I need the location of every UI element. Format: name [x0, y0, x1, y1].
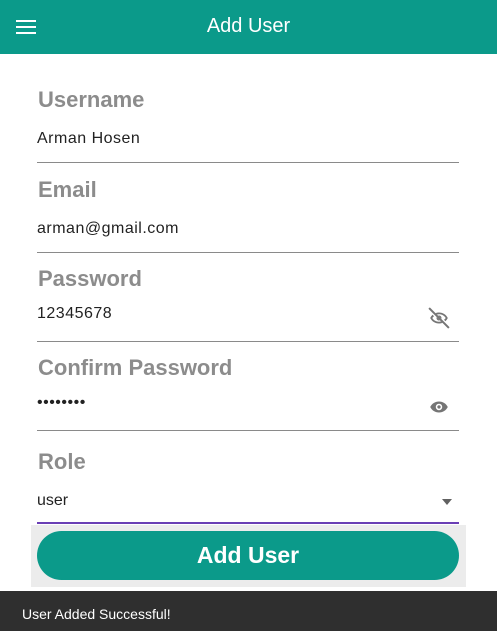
username-underline [37, 162, 459, 163]
add-user-button[interactable]: Add User [37, 531, 459, 580]
page-title: Add User [206, 15, 291, 37]
app-bar: Add User [0, 0, 497, 54]
password-label: Password [38, 266, 142, 291]
confirm-password-field[interactable] [37, 391, 417, 415]
password-field[interactable] [37, 302, 417, 326]
username-label: Username [38, 87, 145, 112]
email-underline [37, 252, 459, 253]
role-label: Role [38, 449, 86, 474]
visibility-off-icon [427, 306, 451, 330]
role-underline [37, 522, 459, 524]
confirm-password-underline [37, 430, 459, 431]
email-label: Email [38, 177, 97, 202]
visibility-icon [427, 395, 451, 419]
username-field[interactable] [37, 127, 459, 151]
snackbar-message: User Added Successful! [22, 606, 171, 622]
confirm-password-visibility-toggle[interactable] [427, 395, 451, 419]
email-field[interactable] [37, 217, 459, 241]
password-visibility-toggle[interactable] [427, 306, 451, 330]
snackbar: User Added Successful! [0, 591, 497, 631]
role-dropdown-toggle[interactable] [437, 492, 457, 512]
role-select[interactable]: user [37, 490, 437, 512]
arrow-drop-down-icon [441, 499, 453, 505]
password-underline [37, 341, 459, 342]
confirm-password-label: Confirm Password [38, 355, 233, 380]
